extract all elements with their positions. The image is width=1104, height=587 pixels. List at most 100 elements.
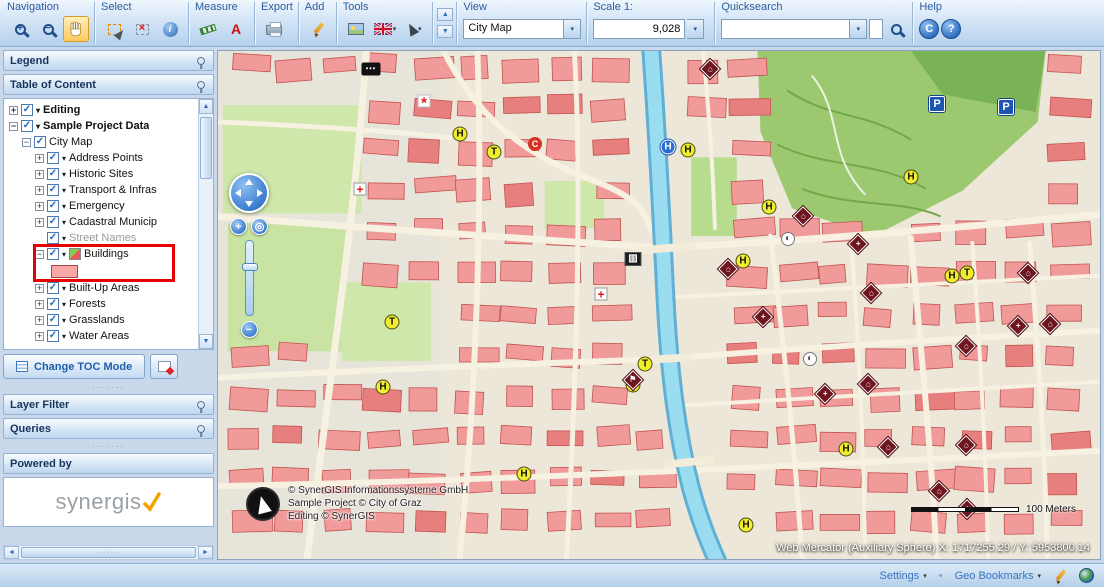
h-yellow-marker[interactable]: H [739, 518, 754, 533]
add-redline-button[interactable] [305, 16, 331, 42]
sign-marker[interactable]: ◐ [803, 352, 817, 366]
sign-marker[interactable]: ◐ [781, 232, 795, 246]
layer-menu-caret-icon[interactable]: ▾ [62, 234, 66, 243]
scale-dropdown-button[interactable]: ▾ [687, 19, 704, 39]
diamond-marker[interactable]: ⌂ [956, 435, 976, 455]
chevron-down-icon[interactable]: ▾ [563, 20, 580, 38]
search-button[interactable] [885, 18, 907, 40]
scale-input[interactable] [593, 19, 685, 39]
zoom-slider[interactable] [245, 240, 254, 316]
toc-item-built-up-areas[interactable]: +✓▾Built-Up Areas [5, 280, 198, 296]
toc-item-emergency[interactable]: +✓▾Emergency [5, 198, 198, 214]
toolbar-collapse-down-button[interactable]: ▼ [437, 25, 453, 38]
sidebar-horizontal-scrollbar[interactable]: ◄ ······· ► [3, 545, 214, 560]
toc-item-street-names[interactable]: ✓▾Street Names [5, 230, 198, 246]
expand-icon[interactable]: + [35, 300, 44, 309]
diamond-marker[interactable]: + [1008, 316, 1028, 336]
h-yellow-marker[interactable]: H [945, 269, 960, 284]
scrollbar-thumb[interactable] [200, 117, 212, 179]
geo-bookmarks-menu[interactable]: Geo Bookmarks ▾ [955, 570, 1041, 582]
toc-item-grasslands[interactable]: +✓▾Grasslands [5, 312, 198, 328]
layer-checkbox[interactable]: ✓ [47, 200, 59, 212]
pin-icon[interactable] [197, 401, 205, 409]
toc-vertical-scrollbar[interactable]: ▲ ▼ [198, 99, 213, 349]
scroll-left-icon[interactable]: ◄ [4, 546, 19, 559]
layer-menu-caret-icon[interactable]: ▾ [62, 186, 66, 195]
panel-splitter[interactable]: ······· [3, 442, 214, 450]
layer-checkbox[interactable]: ✓ [47, 232, 59, 244]
layer-checkbox[interactable]: ✓ [47, 298, 59, 310]
toc-item-address-points[interactable]: +✓▾Address Points [5, 150, 198, 166]
layer-checkbox[interactable]: ✓ [47, 282, 59, 294]
star-marker[interactable]: * [418, 95, 431, 108]
queries-panel-header[interactable]: Queries [3, 418, 214, 439]
expand-icon[interactable]: + [35, 218, 44, 227]
pan-rose-control[interactable] [229, 173, 269, 213]
diamond-marker[interactable]: ⌂ [793, 206, 813, 226]
toc-item-water-areas[interactable]: +✓▾Water Areas [5, 328, 198, 344]
diamond-marker[interactable]: ⌂ [858, 374, 878, 394]
expand-icon[interactable]: + [35, 170, 44, 179]
layer-menu-caret-icon[interactable]: ▾ [62, 300, 66, 309]
toc-item-transport-infras[interactable]: +✓▾Transport & Infras [5, 182, 198, 198]
toc-item-buildings[interactable]: −✓▾Buildings [5, 246, 198, 262]
scrollbar-track[interactable] [199, 114, 213, 334]
t-yellow-marker[interactable]: T [638, 357, 653, 372]
zoom-in-button[interactable]: + [7, 16, 33, 42]
layer-checkbox[interactable]: ✓ [47, 184, 59, 196]
panel-splitter[interactable]: ······· [3, 383, 214, 391]
map-canvas[interactable]: HHHHHHHHHHHTTTTHPP++*▪▪▪C▥◐◐⌂⌂+⌂+⌂⌂+⌂⌂⌂+… [217, 50, 1101, 560]
scroll-right-icon[interactable]: ► [198, 546, 213, 559]
clear-selection-button[interactable]: × [129, 16, 155, 42]
legend-panel-header[interactable]: Legend [3, 50, 214, 71]
h-yellow-marker[interactable]: H [681, 143, 696, 158]
diamond-marker[interactable]: ⌂ [1040, 314, 1060, 334]
map-zoom-in-button[interactable]: + [230, 218, 247, 235]
layer-menu-caret-icon[interactable]: ▾ [62, 332, 66, 341]
expand-icon[interactable]: + [9, 106, 18, 115]
expand-icon[interactable]: + [35, 154, 44, 163]
p-blue-marker[interactable]: P [998, 99, 1014, 115]
layer-menu-caret-icon[interactable]: ▾ [36, 122, 40, 131]
layer-menu-caret-icon[interactable]: ▾ [62, 316, 66, 325]
toc-item-sample-project-data[interactable]: −✓▾Sample Project Data [5, 118, 198, 134]
layer-checkbox[interactable]: ✓ [21, 120, 33, 132]
collapse-icon[interactable]: − [22, 138, 31, 147]
diamond-marker[interactable]: ⌂ [929, 481, 949, 501]
layer-filter-panel-header[interactable]: Layer Filter [3, 394, 214, 415]
collapse-icon[interactable]: − [9, 122, 18, 131]
pin-icon[interactable] [197, 57, 205, 65]
expand-icon[interactable] [35, 234, 44, 243]
h-blue-marker[interactable]: H [661, 140, 676, 155]
h-yellow-marker[interactable]: H [376, 380, 391, 395]
diamond-marker[interactable]: ⌂ [878, 437, 898, 457]
toc-item-city-map[interactable]: −✓City Map [5, 134, 198, 150]
layer-menu-caret-icon[interactable]: ▾ [36, 106, 40, 115]
t-yellow-marker[interactable]: T [487, 145, 502, 160]
layer-checkbox[interactable]: ✓ [47, 216, 59, 228]
film-marker[interactable]: ▪▪▪ [362, 63, 381, 76]
h-yellow-marker[interactable]: H [736, 254, 751, 269]
h-yellow-marker[interactable]: H [453, 127, 468, 142]
full-extent-button[interactable]: ◎ [251, 218, 268, 235]
change-toc-mode-button[interactable]: Change TOC Mode [3, 354, 145, 379]
pin-icon[interactable] [197, 81, 205, 89]
toc-item-forests[interactable]: +✓▾Forests [5, 296, 198, 312]
expand-icon[interactable]: + [35, 186, 44, 195]
identify-button[interactable]: i [157, 16, 183, 42]
map-zoom-out-button[interactable]: − [241, 321, 258, 338]
c-red-marker[interactable]: C [528, 137, 542, 151]
diamond-marker[interactable]: + [753, 307, 773, 327]
layer-checkbox[interactable]: ✓ [21, 104, 33, 116]
diamond-marker[interactable]: + [815, 384, 835, 404]
scroll-up-icon[interactable]: ▲ [199, 99, 213, 114]
expand-icon[interactable]: + [35, 332, 44, 341]
context-help-button[interactable]: C [919, 19, 939, 39]
layer-menu-caret-icon[interactable]: ▾ [62, 284, 66, 293]
screenshot-button[interactable] [343, 16, 369, 42]
select-features-button[interactable] [101, 16, 127, 42]
expand-icon[interactable]: + [35, 316, 44, 325]
layer-checkbox[interactable]: ✓ [47, 168, 59, 180]
zoom-slider-thumb[interactable] [242, 263, 258, 271]
p-blue-marker[interactable]: P [929, 96, 945, 112]
